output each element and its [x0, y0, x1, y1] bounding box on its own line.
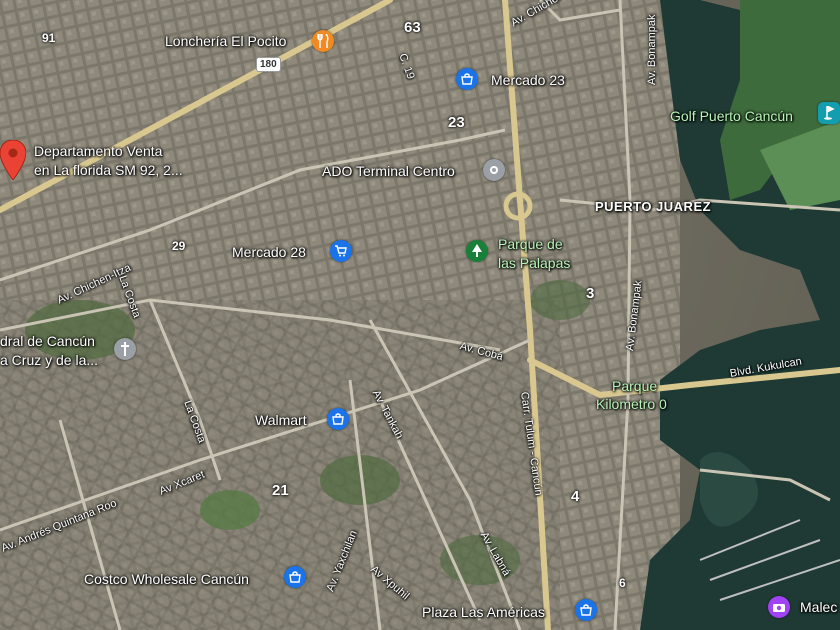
shopping-cart-icon[interactable] [330, 240, 352, 262]
golf-icon[interactable] [818, 102, 840, 124]
camera-icon[interactable] [768, 596, 790, 618]
place-label-malecon[interactable]: Malec [800, 599, 837, 615]
place-label-departamento-2[interactable]: en La florida SM 92, 2... [34, 162, 183, 178]
place-label-walmart[interactable]: Walmart [255, 412, 307, 428]
district-number-3: 3 [586, 285, 595, 302]
district-number-6: 6 [619, 576, 626, 590]
place-label-parque-km0[interactable]: Parque [612, 378, 657, 394]
route-shield-180: 180 [256, 57, 281, 72]
place-label-catedral-2[interactable]: a Cruz y de la... [0, 352, 98, 368]
place-label-ado[interactable]: ADO Terminal Centro [322, 163, 455, 179]
red-map-pin-icon[interactable] [0, 139, 27, 185]
district-number-29: 29 [172, 239, 186, 253]
district-number-91: 91 [42, 31, 56, 45]
shopping-bag-icon[interactable] [327, 408, 349, 430]
fork-knife-icon[interactable] [312, 30, 334, 52]
place-label-parque-palapas[interactable]: Parque de [498, 236, 563, 252]
cross-icon[interactable] [114, 338, 136, 360]
place-label-departamento[interactable]: Departamento Venta [34, 143, 162, 159]
place-label-parque-palapas-2[interactable]: las Palapas [498, 255, 570, 271]
tree-icon[interactable] [466, 240, 488, 262]
shopping-bag-icon[interactable] [575, 599, 597, 621]
street-label-bonampak-top: Av. Bonampak [646, 14, 658, 85]
shopping-bag-icon[interactable] [284, 566, 306, 588]
district-number-4: 4 [571, 488, 580, 505]
place-label-plaza-americas[interactable]: Plaza Las Américas [422, 604, 545, 620]
place-label-mercado23[interactable]: Mercado 23 [491, 72, 565, 88]
bus-station-icon[interactable] [483, 159, 505, 181]
place-label-costco[interactable]: Costco Wholesale Cancún [84, 571, 249, 587]
satellite-map[interactable]: Departamento Venta en La florida SM 92, … [0, 0, 840, 630]
map-base-layer [0, 0, 840, 630]
place-label-loncheria[interactable]: Lonchería El Pocito [165, 33, 286, 49]
place-label-catedral[interactable]: dral de Cancún [0, 333, 95, 349]
place-label-parque-km0-2[interactable]: Kilometro 0 [596, 396, 667, 412]
district-number-23: 23 [448, 114, 465, 131]
place-label-mercado28[interactable]: Mercado 28 [232, 244, 306, 260]
district-number-21: 21 [272, 482, 289, 499]
place-label-golf[interactable]: Golf Puerto Cancún [670, 108, 793, 124]
district-number-63: 63 [404, 19, 421, 36]
shopping-bag-icon[interactable] [456, 68, 478, 90]
area-label-puerto-juarez: PUERTO JUAREZ [595, 199, 712, 214]
